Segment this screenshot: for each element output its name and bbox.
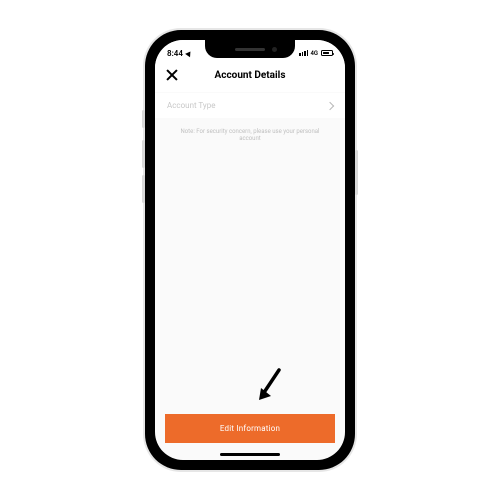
- account-type-label: Account Type: [167, 101, 215, 110]
- mute-switch: [142, 110, 145, 128]
- volume-up: [142, 140, 145, 168]
- phone-frame: 8:44 4G Account Details Account Type: [145, 30, 355, 470]
- volume-down: [142, 175, 145, 203]
- page-title: Account Details: [215, 70, 286, 81]
- notch: [205, 40, 295, 58]
- home-indicator[interactable]: [220, 453, 280, 456]
- chevron-right-icon: [326, 101, 334, 109]
- power-button: [355, 150, 358, 195]
- battery-icon: [321, 50, 333, 56]
- speaker: [235, 48, 265, 51]
- screen: 8:44 4G Account Details Account Type: [155, 40, 345, 460]
- close-icon[interactable]: [165, 68, 179, 82]
- status-time: 8:44: [167, 49, 183, 58]
- location-icon: [185, 49, 193, 57]
- annotation-arrow: [255, 366, 285, 404]
- page-header: Account Details: [155, 62, 345, 92]
- edit-information-button[interactable]: Edit Information: [165, 414, 335, 443]
- content-spacer: [155, 152, 345, 404]
- camera: [272, 47, 277, 52]
- security-note: Note: For security concern, please use y…: [155, 118, 345, 152]
- network-type: 4G: [310, 50, 318, 57]
- account-type-row[interactable]: Account Type: [155, 93, 345, 118]
- signal-icon: [299, 50, 308, 56]
